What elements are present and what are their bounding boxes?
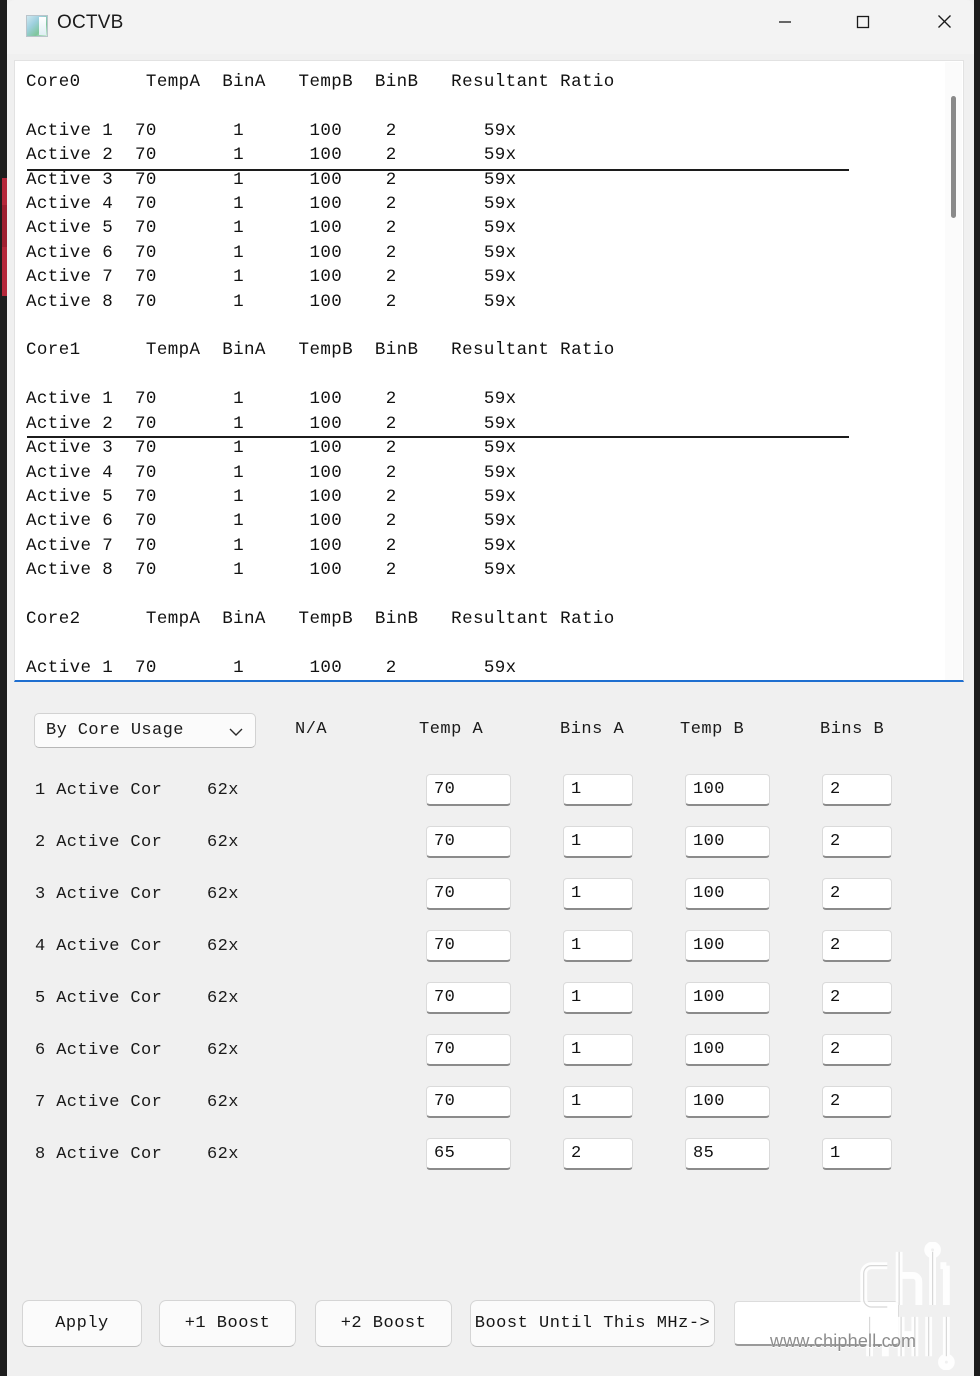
page-background-right-edge — [974, 0, 980, 1376]
config-row: 6 Active Cor 62x — [7, 1028, 974, 1080]
bins-b-input[interactable] — [822, 1086, 892, 1118]
temp-b-input[interactable] — [685, 878, 770, 910]
title-bar: OCTVB — [7, 0, 974, 54]
boost-plus-1-button[interactable]: +1 Boost — [159, 1300, 296, 1347]
row-label: 7 Active Cor — [35, 1093, 163, 1112]
background-red-sliver-2 — [2, 205, 7, 247]
row-label: 6 Active Cor — [35, 1041, 163, 1060]
bins-b-input[interactable] — [822, 982, 892, 1014]
temp-b-input[interactable] — [685, 1138, 770, 1170]
row-label: 4 Active Cor — [35, 937, 163, 956]
bins-a-input[interactable] — [563, 1034, 633, 1066]
temp-a-input[interactable] — [426, 878, 511, 910]
column-header-bins-b: Bins B — [820, 720, 885, 739]
maximize-button[interactable] — [832, 0, 894, 43]
column-header-na: N/A — [295, 720, 328, 739]
boost-until-mhz-button[interactable]: Boost Until This MHz-> — [470, 1300, 715, 1347]
config-panel: By Core Usage N/A Temp A Bins A Temp B B… — [7, 684, 974, 1276]
row-ratio: 62x — [207, 1041, 239, 1060]
temp-b-input[interactable] — [685, 930, 770, 962]
temp-a-input[interactable] — [426, 774, 511, 806]
bins-a-input[interactable] — [563, 930, 633, 962]
boost-mhz-input[interactable] — [734, 1301, 899, 1346]
config-row: 3 Active Cor 62x — [7, 872, 974, 924]
bins-a-input[interactable] — [563, 1138, 633, 1170]
window-title: OCTVB — [57, 12, 124, 33]
temp-b-input[interactable] — [685, 982, 770, 1014]
row-ratio: 62x — [207, 989, 239, 1008]
minimize-icon — [779, 20, 791, 23]
temp-a-input[interactable] — [426, 1086, 511, 1118]
config-row: 4 Active Cor 62x — [7, 924, 974, 976]
app-icon — [26, 15, 48, 37]
report-text: Core0 TempA BinA TempB BinB Resultant Ra… — [26, 72, 615, 678]
row-label: 5 Active Cor — [35, 989, 163, 1008]
mode-select[interactable]: By Core Usage — [34, 713, 256, 748]
minimize-button[interactable] — [754, 0, 816, 43]
row-ratio: 62x — [207, 781, 239, 800]
bins-a-input[interactable] — [563, 774, 633, 806]
report-textarea[interactable]: Core0 TempA BinA TempB BinB Resultant Ra… — [14, 60, 964, 682]
bins-b-input[interactable] — [822, 930, 892, 962]
column-header-bins-a: Bins A — [560, 720, 625, 739]
bins-b-input[interactable] — [822, 774, 892, 806]
config-row: 5 Active Cor 62x — [7, 976, 974, 1028]
row-label: 8 Active Cor — [35, 1145, 163, 1164]
column-header-temp-a: Temp A — [419, 720, 484, 739]
temp-b-input[interactable] — [685, 774, 770, 806]
bins-b-input[interactable] — [822, 1034, 892, 1066]
maximize-icon — [856, 15, 870, 28]
bins-a-input[interactable] — [563, 826, 633, 858]
close-button[interactable] — [913, 0, 975, 43]
mode-select-label: By Core Usage — [46, 721, 184, 740]
row-ratio: 62x — [207, 1093, 239, 1112]
bins-a-input[interactable] — [563, 982, 633, 1014]
temp-b-input[interactable] — [685, 1086, 770, 1118]
row-ratio: 62x — [207, 833, 239, 852]
bins-a-input[interactable] — [563, 1086, 633, 1118]
temp-b-input[interactable] — [685, 1034, 770, 1066]
close-icon — [937, 15, 951, 28]
row-label: 2 Active Cor — [35, 833, 163, 852]
apply-button[interactable]: Apply — [22, 1300, 142, 1347]
bins-b-input[interactable] — [822, 1138, 892, 1170]
temp-b-input[interactable] — [685, 826, 770, 858]
report-scrollbar-thumb[interactable] — [951, 96, 956, 218]
row-ratio: 62x — [207, 885, 239, 904]
boost-plus-2-button[interactable]: +2 Boost — [315, 1300, 452, 1347]
report-scrollbar[interactable] — [945, 62, 962, 680]
temp-a-input[interactable] — [426, 826, 511, 858]
row-label: 3 Active Cor — [35, 885, 163, 904]
config-row: 1 Active Cor 62x — [7, 768, 974, 820]
chevron-down-icon — [228, 725, 244, 743]
row-ratio: 62x — [207, 937, 239, 956]
row-label: 1 Active Cor — [35, 781, 163, 800]
temp-a-input[interactable] — [426, 1138, 511, 1170]
config-row: 8 Active Cor 62x — [7, 1132, 974, 1184]
button-bar: Apply +1 Boost +2 Boost Boost Until This… — [7, 1276, 974, 1376]
config-row: 2 Active Cor 62x — [7, 820, 974, 872]
temp-a-input[interactable] — [426, 1034, 511, 1066]
bins-b-input[interactable] — [822, 878, 892, 910]
column-header-temp-b: Temp B — [680, 720, 745, 739]
row-ratio: 62x — [207, 1145, 239, 1164]
config-row: 7 Active Cor 62x — [7, 1080, 974, 1132]
report-header-rule-core1 — [27, 436, 849, 438]
temp-a-input[interactable] — [426, 930, 511, 962]
octvb-window: OCTVB Core0 TempA BinA TempB BinB Result… — [0, 0, 980, 1376]
bins-a-input[interactable] — [563, 878, 633, 910]
report-header-rule-core0 — [27, 169, 849, 171]
temp-a-input[interactable] — [426, 982, 511, 1014]
bins-b-input[interactable] — [822, 826, 892, 858]
